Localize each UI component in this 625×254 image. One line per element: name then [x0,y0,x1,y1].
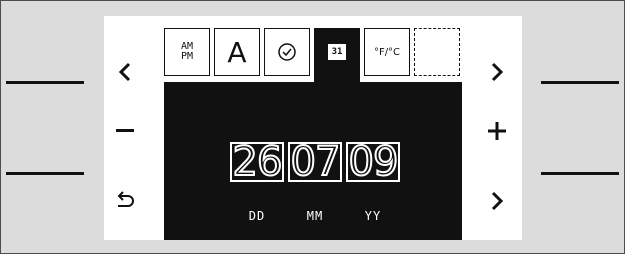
back-button[interactable] [110,186,140,216]
ampm-label: AM PM [180,41,194,62]
next-field-button[interactable] [482,186,512,216]
left-divider-top [6,81,84,84]
date-editor-panel: 26 07 09 DD MM YY [164,82,462,240]
month-value: 07 [290,142,340,182]
day-field[interactable]: 26 [230,142,284,182]
display-screen: AM PM A 31 °F/°C 26 07 09 DD MM YY [104,16,522,240]
month-label: MM [306,209,324,223]
return-arrow-icon [117,191,134,207]
chevron-left-icon [118,62,131,82]
next-tab-button[interactable] [482,57,512,87]
previous-tab-button[interactable] [110,57,140,87]
minus-icon [116,129,134,132]
tab-calendar[interactable]: 31 [314,28,360,84]
year-label: YY [364,209,382,223]
temperature-unit-icon: °F/°C [373,46,401,58]
device-panel: AM PM A 31 °F/°C 26 07 09 DD MM YY [0,0,625,254]
calendar-day-label: 31 [331,46,343,57]
decrease-button[interactable] [110,116,140,146]
right-divider-bottom [541,172,619,175]
tab-temperature[interactable]: °F/°C [364,28,410,76]
calendar-icon: 31 [328,43,346,60]
font-letter-icon: A [227,35,247,69]
chevron-right-icon [491,62,504,82]
chevron-right-icon [491,191,504,211]
day-value: 26 [232,142,282,182]
month-field[interactable]: 07 [288,142,342,182]
left-divider-bottom [6,172,84,175]
tab-empty [414,28,460,76]
increase-button[interactable] [482,116,512,146]
year-field[interactable]: 09 [346,142,400,182]
tab-ampm[interactable]: AM PM [164,28,210,76]
tab-clock[interactable] [264,28,310,76]
year-value: 09 [348,142,398,182]
right-divider-top [541,81,619,84]
clock-icon [278,43,296,61]
day-label: DD [248,209,266,223]
plus-icon [488,122,506,140]
tab-font[interactable]: A [214,28,260,76]
